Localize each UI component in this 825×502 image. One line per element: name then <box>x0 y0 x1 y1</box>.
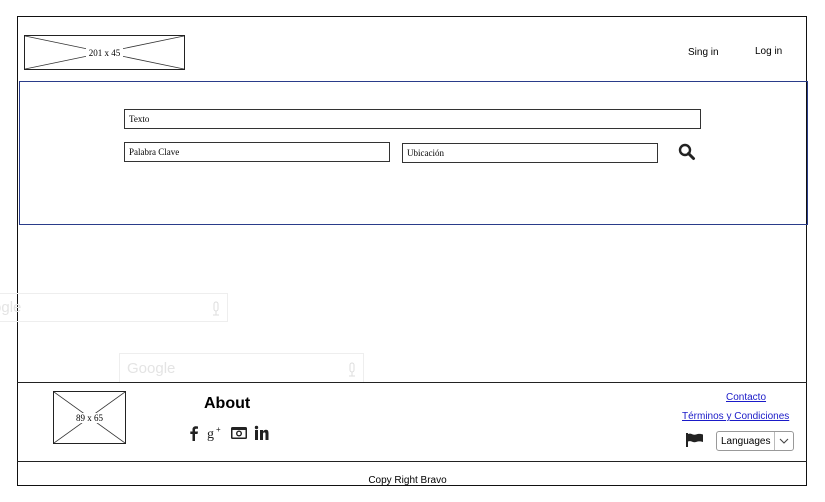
ghost-search-label: Google <box>0 299 22 316</box>
contact-link[interactable]: Contacto <box>726 392 766 403</box>
language-select-label: Languages <box>721 436 771 447</box>
svg-text:g: g <box>207 427 214 441</box>
logo-size-label: 201 x 45 <box>85 47 124 58</box>
search-icon[interactable] <box>678 143 696 161</box>
instagram-icon[interactable] <box>230 425 248 441</box>
keyword-input[interactable]: Palabra Clave <box>124 142 390 162</box>
footer-logo-placeholder[interactable]: 89 x 65 <box>53 391 126 444</box>
footer-logo-size-label: 89 x 65 <box>73 412 106 423</box>
chevron-down-icon <box>779 438 789 444</box>
copyright-divider <box>17 461 807 462</box>
microphone-icon <box>349 362 355 377</box>
terms-link[interactable]: Términos y Condiciones <box>682 411 789 422</box>
microphone-icon <box>213 301 219 316</box>
select-divider <box>774 432 775 450</box>
ghost-search-bar-2: Google <box>119 353 364 383</box>
linkedin-icon[interactable] <box>254 425 269 441</box>
copyright-text: Copy Right Bravo <box>368 475 447 486</box>
language-select[interactable]: Languages <box>716 431 794 451</box>
about-heading: About <box>204 395 251 412</box>
location-input[interactable]: Ubicación <box>402 143 658 163</box>
facebook-icon[interactable] <box>187 425 201 441</box>
signup-link[interactable]: Sing in <box>688 47 719 58</box>
text-input[interactable]: Texto <box>124 109 701 129</box>
flag-icon <box>685 432 705 448</box>
ghost-search-bar: Google <box>0 293 228 322</box>
ghost-search-label-2: Google <box>127 360 176 377</box>
google-plus-icon[interactable]: g + <box>207 425 225 442</box>
login-link[interactable]: Log in <box>755 46 782 57</box>
footer-divider <box>17 382 807 383</box>
svg-text:+: + <box>216 425 221 434</box>
header-logo-placeholder[interactable]: 201 x 45 <box>24 35 185 70</box>
